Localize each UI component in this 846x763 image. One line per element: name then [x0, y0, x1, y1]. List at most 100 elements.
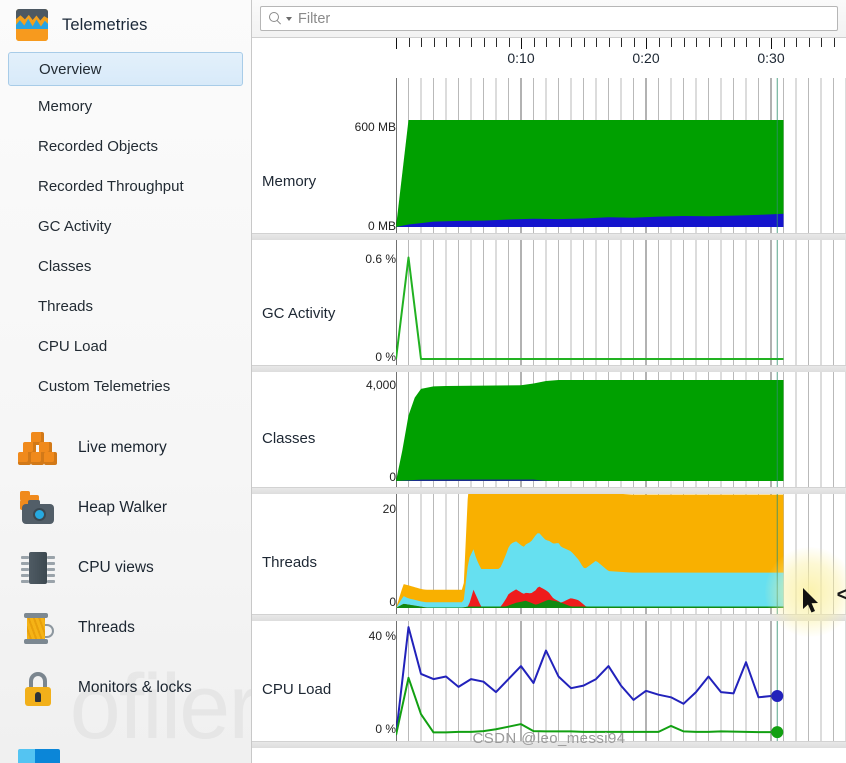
- ruler-minor-tick: [833, 38, 835, 47]
- sidebar-section-heap-walker[interactable]: Heap Walker: [0, 478, 251, 538]
- filter-input[interactable]: Filter: [260, 6, 838, 31]
- chart-axis-column: GC Activity 0.6 % 0 %: [252, 240, 396, 365]
- y-axis-max-label: 40 %: [368, 629, 396, 643]
- ruler-minor-tick: [821, 38, 822, 47]
- sidebar-item-label: Classes: [38, 257, 92, 275]
- sidebar-header: Telemetries: [0, 0, 251, 50]
- telemetries-chart-icon: [16, 9, 48, 41]
- sidebar-title: Telemetries: [62, 15, 148, 34]
- sidebar-section-threads[interactable]: Threads: [0, 598, 251, 658]
- chart-plot-area[interactable]: [396, 78, 846, 233]
- spool-icon: [18, 608, 58, 648]
- chart-title: Threads: [262, 554, 318, 571]
- search-icon: [269, 12, 282, 25]
- chart-row-gc-activity[interactable]: GC Activity 0.6 % 0 %: [252, 240, 846, 365]
- ruler-major-tick: [396, 38, 397, 49]
- sidebar-item-label: Memory: [38, 97, 93, 115]
- ruler-minor-tick: [608, 38, 610, 47]
- chevron-down-icon[interactable]: [286, 16, 292, 21]
- padlock-icon: [18, 668, 58, 708]
- sidebar-item-custom-telemetries[interactable]: Custom Telemetries: [0, 366, 251, 406]
- sidebar-item-threads[interactable]: Threads: [0, 286, 251, 326]
- main-panel: Filter 0:10 0:20 0:30 Memory 600 MB 0 MB GC A…: [252, 0, 846, 763]
- chart-row-threads[interactable]: Threads 20 0: [252, 494, 846, 614]
- sidebar-section-label: CPU views: [78, 559, 154, 576]
- chart-title: Classes: [262, 430, 316, 447]
- ruler-minor-tick: [533, 38, 535, 47]
- chart-axis-column: Memory 600 MB 0 MB: [252, 78, 396, 233]
- sidebar-section-live-memory[interactable]: Live memory: [0, 418, 251, 478]
- sidebar-item-overview[interactable]: Overview: [8, 52, 243, 86]
- ruler-minor-tick: [596, 38, 597, 47]
- ruler-time-label: 0:30: [757, 50, 785, 66]
- ruler-minor-tick: [508, 38, 510, 47]
- section-nav-list: Live memory Heap Walker CPU views Thread…: [0, 418, 251, 718]
- sidebar: Telemetries Overview Memory Recorded Obj…: [0, 0, 252, 763]
- y-axis-min-label: 0 %: [375, 722, 396, 736]
- sidebar-section-monitors-and-locks[interactable]: Monitors & locks: [0, 658, 251, 718]
- sidebar-item-gc-activity[interactable]: GC Activity: [0, 206, 251, 246]
- ruler-major-tick: [771, 38, 772, 49]
- sidebar-section-label: Heap Walker: [78, 499, 168, 516]
- ruler-major-tick: [521, 38, 522, 49]
- chart-row-classes[interactable]: Classes 4,000 0: [252, 372, 846, 487]
- ruler-minor-tick: [808, 38, 810, 47]
- chart-row-separator[interactable]: [252, 614, 846, 621]
- ruler-time-label: 0:10: [507, 50, 535, 66]
- jprofiler-window: Telemetries Overview Memory Recorded Obj…: [0, 0, 846, 763]
- y-axis-max-label: 0.6 %: [365, 252, 396, 266]
- sidebar-item-label: Custom Telemetries: [38, 377, 171, 395]
- chart-plot-area[interactable]: [396, 621, 846, 741]
- y-axis-max-label: 4,000: [365, 378, 396, 392]
- chip-icon: [18, 548, 58, 588]
- chart-row-memory[interactable]: Memory 600 MB 0 MB: [252, 78, 846, 233]
- ruler-minor-tick: [721, 38, 722, 47]
- chart-row-cpu-load[interactable]: CPU Load 40 % 0 %: [252, 621, 846, 741]
- chart-axis-column: CPU Load 40 % 0 %: [252, 621, 396, 741]
- ruler-minor-tick: [421, 38, 422, 47]
- chart-title: CPU Load: [262, 681, 332, 698]
- telemetry-nav-list: Overview Memory Recorded Objects Recorde…: [0, 50, 251, 406]
- sidebar-item-label: GC Activity: [38, 217, 112, 235]
- sidebar-item-recorded-throughput[interactable]: Recorded Throughput: [0, 166, 251, 206]
- chart-plot-area[interactable]: [396, 372, 846, 487]
- ruler-minor-tick: [696, 38, 697, 47]
- chart-row-separator[interactable]: [252, 487, 846, 494]
- sidebar-section-label: Live memory: [78, 439, 167, 456]
- chart-row-separator[interactable]: [252, 233, 846, 240]
- chart-plot-area[interactable]: [396, 240, 846, 365]
- chart-title: GC Activity: [262, 305, 336, 322]
- chart-row-separator[interactable]: [252, 365, 846, 372]
- ruler-major-tick: [646, 38, 647, 49]
- sidebar-item-cpu-load[interactable]: CPU Load: [0, 326, 251, 366]
- sidebar-item-recorded-objects[interactable]: Recorded Objects: [0, 126, 251, 166]
- chart-title: Memory: [262, 173, 317, 190]
- filter-placeholder: Filter: [298, 10, 331, 27]
- partial-section-icon[interactable]: [18, 749, 60, 763]
- ruler-minor-tick: [621, 38, 622, 47]
- sidebar-section-label: Monitors & locks: [78, 679, 192, 696]
- telemetry-charts: Memory 600 MB 0 MB GC Activity 0.6 % 0 % Class…: [252, 78, 846, 748]
- sidebar-item-classes[interactable]: Classes: [0, 246, 251, 286]
- toolbar: Filter: [252, 0, 846, 38]
- y-axis-min-label: 0 %: [375, 350, 396, 364]
- ruler-minor-tick: [471, 38, 472, 47]
- ruler-minor-tick: [633, 38, 635, 47]
- y-axis-max-label: 600 MB: [354, 120, 396, 134]
- chart-row-separator[interactable]: [252, 741, 846, 748]
- sidebar-section-label: Threads: [78, 619, 135, 636]
- ruler-minor-tick: [458, 38, 460, 47]
- ruler-minor-tick: [746, 38, 747, 47]
- ruler-minor-tick: [708, 38, 710, 47]
- ruler-minor-tick: [758, 38, 760, 47]
- sidebar-item-label: Overview: [39, 60, 102, 78]
- y-axis-min-label: 0: [389, 595, 396, 609]
- chart-plot-area[interactable]: [396, 494, 846, 614]
- ruler-minor-tick: [483, 38, 485, 47]
- sidebar-item-memory[interactable]: Memory: [0, 86, 251, 126]
- sidebar-item-label: CPU Load: [38, 337, 108, 355]
- sidebar-item-label: Recorded Objects: [38, 137, 159, 155]
- sidebar-section-cpu-views[interactable]: CPU views: [0, 538, 251, 598]
- ruler-minor-tick: [658, 38, 660, 47]
- ruler-minor-tick: [446, 38, 447, 47]
